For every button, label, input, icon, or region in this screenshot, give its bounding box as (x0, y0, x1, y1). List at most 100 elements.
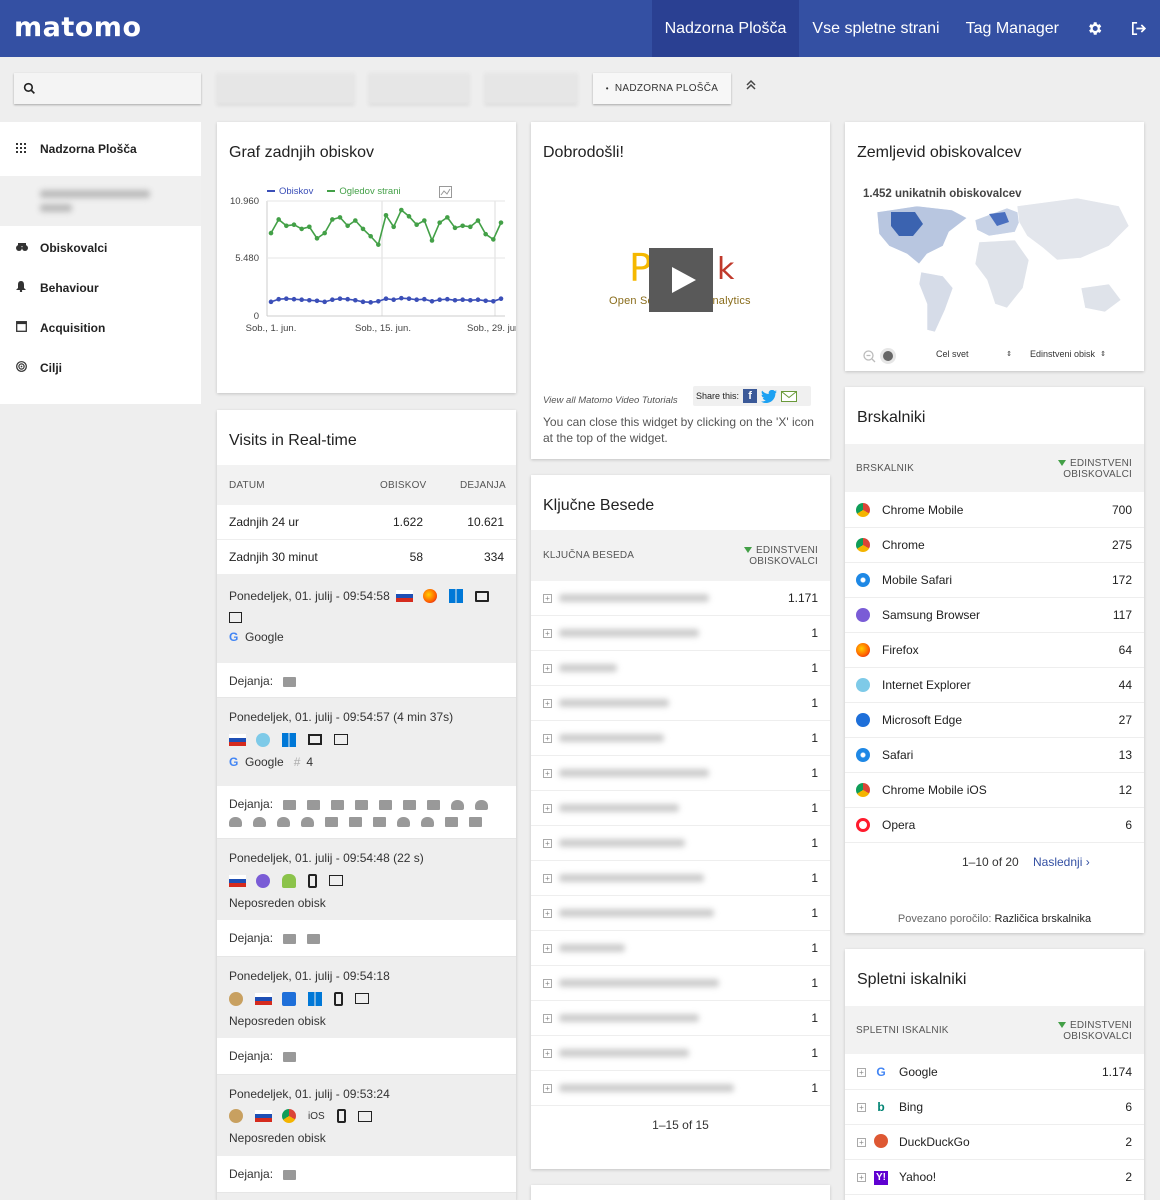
table-row[interactable]: Zadnjih 24 ur 1.622 10.621 (217, 505, 516, 540)
data-point-visits[interactable] (307, 297, 312, 303)
folder-icon[interactable] (283, 1051, 297, 1062)
col-header-unique-visitors[interactable]: EDINSTVENI OBISKOVALCI (1057, 1020, 1132, 1042)
table-row[interactable]: +1 (531, 1001, 830, 1036)
visit-entry[interactable]: Ponedeljek, 01. julij - 09:53:24 iOS Nep… (217, 1075, 516, 1156)
sidebar-item-visitors[interactable]: Obiskovalci (0, 228, 201, 268)
folder-icon[interactable] (331, 799, 345, 810)
data-point-visits[interactable] (468, 297, 473, 303)
table-row[interactable]: Safari 13 (845, 738, 1144, 773)
folder-icon[interactable] (283, 676, 297, 687)
expand-row-icon[interactable]: + (857, 1067, 866, 1077)
data-point-visits[interactable] (268, 299, 274, 305)
table-row[interactable]: +1.171 (531, 581, 830, 616)
expand-row-icon[interactable]: + (543, 1013, 552, 1023)
data-point-visits[interactable] (368, 300, 373, 305)
data-point-pageviews[interactable] (452, 225, 458, 231)
folder-icon[interactable] (283, 933, 297, 944)
zoom-out-icon[interactable] (863, 349, 876, 363)
expand-row-icon[interactable]: + (857, 1102, 866, 1112)
segment-button[interactable] (485, 73, 577, 104)
data-point-visits[interactable] (452, 297, 458, 303)
folder-icon[interactable] (325, 816, 338, 827)
data-point-visits[interactable] (498, 296, 504, 301)
visit-entry[interactable] (217, 1193, 516, 1200)
folder-icon[interactable] (427, 799, 441, 810)
visit-entry[interactable]: Ponedeljek, 01. julij - 09:54:58 G Google (217, 575, 516, 663)
table-row[interactable]: +1 (531, 1071, 830, 1106)
data-point-visits[interactable] (422, 296, 427, 302)
data-point-visits[interactable] (376, 299, 381, 304)
expand-row-icon[interactable]: + (543, 838, 552, 848)
data-point-pageviews[interactable] (376, 242, 381, 247)
expand-row-icon[interactable]: + (543, 1048, 552, 1058)
data-point-pageviews[interactable] (337, 215, 343, 220)
data-point-pageviews[interactable] (307, 224, 312, 230)
data-point-pageviews[interactable] (284, 223, 289, 229)
data-point-pageviews[interactable] (383, 212, 389, 218)
data-point-visits[interactable] (345, 296, 350, 302)
date-selector-button[interactable] (217, 73, 354, 104)
folder-icon[interactable] (349, 816, 362, 827)
data-point-visits[interactable] (299, 297, 304, 303)
table-row[interactable]: Firefox 64 (845, 633, 1144, 668)
expand-row-icon[interactable]: + (543, 803, 552, 813)
table-row[interactable]: +1 (531, 931, 830, 966)
data-point-pageviews[interactable] (314, 236, 320, 241)
world-map[interactable] (857, 184, 1137, 344)
sidebar-item-dashboard[interactable]: Nadzorna Plošča (0, 122, 201, 176)
table-row[interactable]: +1 (531, 861, 830, 896)
data-point-pageviews[interactable] (445, 215, 450, 220)
data-point-pageviews[interactable] (422, 218, 427, 223)
data-point-visits[interactable] (399, 295, 404, 301)
visitor-profile-icon[interactable] (355, 993, 369, 1005)
data-point-visits[interactable] (284, 296, 289, 301)
email-icon[interactable] (781, 390, 798, 403)
data-point-pageviews[interactable] (291, 222, 297, 228)
col-header-actions[interactable]: DEJANJA (460, 480, 506, 491)
nav-dashboard[interactable]: Nadzorna Plošča (651, 0, 800, 57)
data-point-visits[interactable] (483, 298, 488, 304)
data-point-visits[interactable] (330, 297, 335, 303)
data-point-visits[interactable] (314, 298, 320, 304)
table-row[interactable]: +1 (531, 1036, 830, 1071)
sidebar-item-behaviour[interactable]: Behaviour (0, 268, 201, 308)
table-row[interactable]: +1 (531, 616, 830, 651)
gear-icon[interactable] (1072, 0, 1116, 57)
data-point-visits[interactable] (337, 296, 343, 301)
table-row[interactable]: Opera 6 (845, 808, 1144, 843)
col-header-unique-visitors[interactable]: EDINSTVENI OBISKOVALCI (1057, 458, 1132, 480)
data-point-pageviews[interactable] (353, 218, 358, 223)
table-row[interactable]: Microsoft Edge 27 (845, 703, 1144, 738)
table-row[interactable]: +1 (531, 826, 830, 861)
expand-row-icon[interactable]: + (543, 1083, 552, 1093)
data-point-visits[interactable] (291, 296, 297, 302)
data-point-visits[interactable] (276, 296, 281, 302)
data-point-visits[interactable] (360, 299, 366, 305)
visit-entry[interactable]: Ponedeljek, 01. julij - 09:54:18 Neposre… (217, 957, 516, 1038)
data-point-visits[interactable] (353, 297, 358, 303)
sidebar-item-goals[interactable]: Cilji (0, 348, 201, 388)
data-point-pageviews[interactable] (368, 233, 373, 239)
data-point-pageviews[interactable] (437, 220, 442, 225)
download-icon[interactable] (253, 816, 266, 827)
data-point-pageviews[interactable] (475, 218, 481, 223)
folder-icon[interactable] (403, 799, 417, 810)
visitor-profile-icon[interactable] (329, 875, 343, 887)
folder-icon[interactable] (283, 1169, 297, 1180)
expand-row-icon[interactable]: + (543, 593, 552, 603)
data-point-pageviews[interactable] (429, 238, 435, 243)
folder-icon[interactable] (373, 816, 386, 827)
data-point-pageviews[interactable] (299, 226, 304, 232)
col-header-unique-visitors[interactable]: EDINSTVENI OBISKOVALCI (743, 545, 818, 567)
nav-tag-manager[interactable]: Tag Manager (953, 0, 1072, 57)
data-point-pageviews[interactable] (360, 226, 366, 232)
visit-entry[interactable]: Ponedeljek, 01. julij - 09:54:48 (22 s) … (217, 839, 516, 920)
data-point-visits[interactable] (406, 296, 412, 301)
expand-row-icon[interactable]: + (543, 873, 552, 883)
table-row[interactable]: +1 (531, 686, 830, 721)
data-point-visits[interactable] (429, 299, 435, 304)
folder-icon[interactable] (355, 799, 369, 810)
data-point-pageviews[interactable] (483, 231, 488, 237)
download-icon[interactable] (277, 816, 290, 827)
data-point-pageviews[interactable] (399, 207, 404, 213)
